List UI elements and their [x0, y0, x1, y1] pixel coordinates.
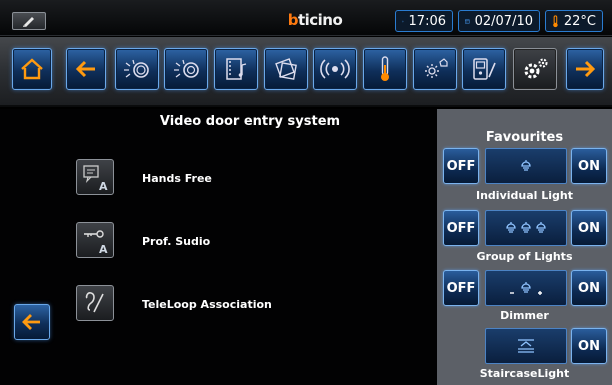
individual-light-on-button[interactable]: ON — [571, 148, 607, 184]
teleloop-icon — [85, 292, 104, 313]
time-value: 17:06 — [408, 13, 446, 29]
group-lights-off-button[interactable]: OFF — [443, 210, 479, 246]
forward-arrow-icon — [576, 60, 596, 78]
lighting-group-button[interactable] — [164, 48, 208, 90]
temperature-icon — [381, 56, 389, 81]
scenarios-button[interactable] — [264, 48, 308, 90]
professional-studio-icon: A — [84, 230, 108, 255]
scenarios-icon — [275, 58, 297, 80]
group-lights-label: Group of Lights — [476, 250, 573, 263]
energy-icon — [425, 58, 448, 78]
calendar-icon — [465, 18, 470, 24]
edit-button[interactable] — [12, 12, 46, 30]
single-lamp-icon — [521, 160, 531, 171]
sound-button[interactable] — [313, 48, 357, 90]
thermometer-icon — [553, 14, 558, 27]
page-title: Video door entry system — [159, 114, 341, 129]
video-door-entry-button[interactable] — [462, 48, 506, 90]
clock-icon — [402, 20, 404, 22]
staircase-light-label: StaircaseLight — [479, 367, 570, 380]
temperature-value: 22°C — [563, 13, 596, 29]
lamp-group-icon — [506, 222, 546, 233]
date-value: 02/07/10 — [474, 13, 533, 29]
settings-button[interactable] — [513, 48, 557, 90]
function-toolbar — [0, 37, 612, 107]
back-arrow-icon — [75, 60, 95, 78]
lighting-button[interactable] — [115, 48, 159, 90]
back-button[interactable] — [66, 48, 106, 90]
video-door-entry-icon — [473, 58, 496, 80]
teleloop-label[interactable]: TeleLoop Association — [142, 298, 272, 311]
temperature-button[interactable] — [363, 48, 407, 90]
teleloop-button[interactable] — [76, 285, 114, 321]
date-display: 02/07/10 — [458, 10, 540, 32]
svg-text:A: A — [99, 180, 108, 192]
favourites-panel: Favourites OFF ON Individual Light OFF O… — [437, 109, 612, 385]
staircase-light-display[interactable] — [485, 328, 567, 364]
individual-light-display[interactable] — [485, 148, 567, 184]
pencil-icon — [23, 17, 34, 27]
lighting-group-icon — [174, 59, 199, 78]
page-back-button[interactable] — [14, 304, 50, 340]
multimedia-icon — [226, 58, 247, 80]
hands-free-label[interactable]: Hands Free — [142, 172, 212, 185]
individual-light-off-button[interactable]: OFF — [443, 148, 479, 184]
multimedia-button[interactable] — [214, 48, 258, 90]
home-button[interactable] — [12, 48, 52, 90]
dimmer-label: Dimmer — [500, 309, 549, 322]
home-icon — [21, 58, 43, 80]
temperature-display: 22°C — [545, 10, 603, 32]
status-bar: bticino 17:06 02/07/10 22°C — [0, 0, 612, 36]
professional-studio-button[interactable]: A — [76, 222, 114, 258]
staircase-light-icon — [518, 339, 534, 353]
lighting-icon — [124, 59, 149, 78]
dimmer-on-button[interactable]: ON — [571, 270, 607, 306]
professional-studio-label[interactable]: Prof. Sudio — [142, 235, 210, 248]
svg-text:A: A — [99, 243, 108, 255]
hands-free-button[interactable]: A — [76, 159, 114, 195]
brand-logo: bticino — [287, 11, 343, 29]
hands-free-icon: A — [83, 165, 108, 192]
group-lights-display[interactable] — [485, 210, 567, 246]
favourites-title: Favourites — [485, 130, 564, 145]
settings-icon — [524, 58, 548, 79]
dimmer-display[interactable] — [485, 270, 567, 306]
dimmer-lamp-icon — [510, 282, 542, 295]
forward-button[interactable] — [566, 48, 604, 90]
clock-display: 17:06 — [395, 10, 453, 32]
individual-light-label: Individual Light — [476, 189, 573, 202]
back-arrow-icon — [22, 314, 40, 330]
dimmer-off-button[interactable]: OFF — [443, 270, 479, 306]
staircase-light-on-button[interactable]: ON — [571, 328, 607, 364]
main-panel: Video door entry system A Hands Free A P… — [0, 109, 437, 385]
energy-button[interactable] — [413, 48, 457, 90]
group-lights-on-button[interactable]: ON — [571, 210, 607, 246]
sound-icon — [320, 59, 350, 79]
